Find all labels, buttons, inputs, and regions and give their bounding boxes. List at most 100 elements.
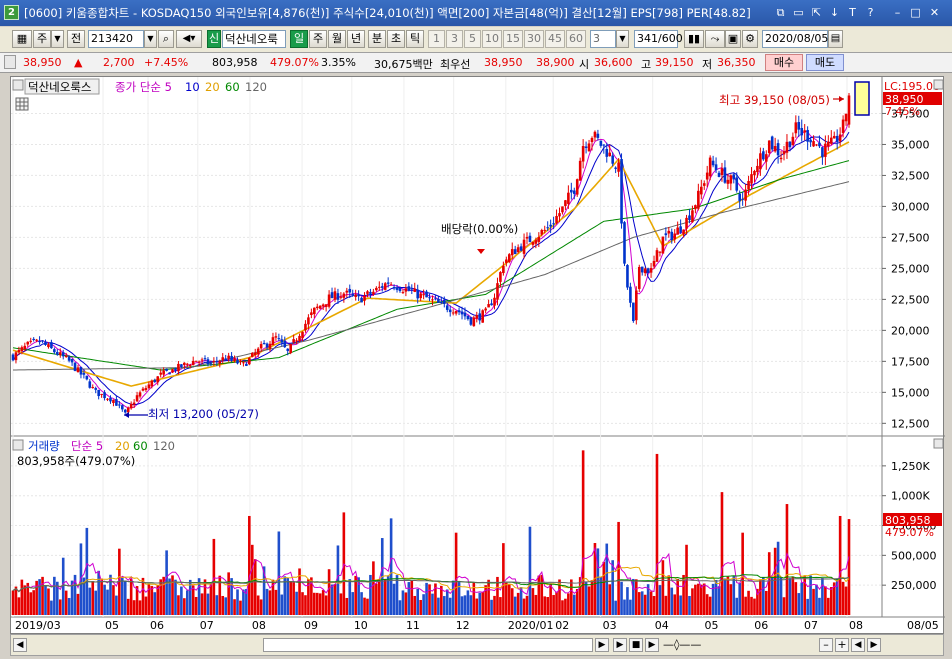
chart-svg[interactable]: 37,50035,00032,50030,00027,50025,00022,5… bbox=[11, 77, 945, 635]
minute-option-15[interactable]: 15 bbox=[503, 30, 523, 48]
step-icon[interactable]: ▶ bbox=[645, 638, 659, 652]
minimize-button[interactable]: – bbox=[890, 5, 905, 20]
volume-bar bbox=[64, 590, 68, 615]
candle-body bbox=[242, 362, 245, 364]
help-icon[interactable]: ? bbox=[863, 5, 878, 20]
sound-icon[interactable]: ◀▾ bbox=[176, 30, 202, 48]
quote-toggle-icon[interactable] bbox=[4, 55, 16, 69]
volume-legend-name: 거래량 bbox=[28, 439, 60, 453]
data-count-input[interactable]: 341/600 bbox=[634, 30, 683, 48]
window-download-icon[interactable]: ↓ bbox=[827, 5, 842, 20]
volume-legend-toggle-icon[interactable] bbox=[12, 439, 24, 451]
close-button[interactable]: ✕ bbox=[927, 5, 942, 20]
calendar-icon[interactable]: ▤ bbox=[828, 30, 843, 48]
minute-option-10[interactable]: 10 bbox=[482, 30, 502, 48]
volume-bar bbox=[537, 575, 541, 615]
candle-body bbox=[835, 135, 839, 142]
tab-second[interactable]: 초 bbox=[387, 30, 405, 48]
scroll-toolbar: ◀ ▶ ▶ ■ ▶ —◊—— – + ◀ ▶ bbox=[10, 634, 944, 656]
minute-option-45[interactable]: 45 bbox=[545, 30, 565, 48]
volume-bar bbox=[203, 579, 207, 615]
volume-bar bbox=[469, 595, 473, 615]
scroll-right-icon[interactable]: ▶ bbox=[595, 638, 609, 652]
date-input[interactable]: 2020/08/05 bbox=[762, 30, 828, 48]
buy-button[interactable]: 매수 bbox=[765, 54, 803, 71]
period-type-dropdown-icon[interactable]: ▼ bbox=[51, 30, 64, 48]
volume-bar bbox=[531, 588, 535, 615]
volume-bar bbox=[682, 574, 685, 615]
tab-day[interactable]: 일 bbox=[290, 30, 308, 48]
candle-body bbox=[575, 179, 579, 195]
minute-option-30[interactable]: 30 bbox=[524, 30, 544, 48]
window-link-icon[interactable]: ⧉ bbox=[773, 5, 788, 20]
x-axis-label: 08 bbox=[252, 619, 266, 632]
period-type-select[interactable]: 주 bbox=[33, 30, 51, 48]
candle-body bbox=[407, 286, 411, 291]
candle-body bbox=[445, 305, 449, 310]
price-panel-close-icon[interactable] bbox=[933, 79, 944, 90]
volume-bar bbox=[525, 595, 529, 615]
volume-bar bbox=[635, 579, 638, 615]
indicator-icon[interactable]: ⤳ bbox=[705, 30, 725, 48]
new-stock-badge[interactable]: 신 bbox=[207, 30, 221, 48]
stock-code-dropdown-icon[interactable]: ▼ bbox=[144, 30, 157, 48]
custom-period-dropdown-icon[interactable]: ▼ bbox=[616, 30, 629, 48]
scroll-thumb[interactable] bbox=[263, 638, 593, 652]
maximize-button[interactable]: □ bbox=[908, 5, 923, 20]
volume-bar bbox=[481, 592, 484, 615]
tab-week[interactable]: 주 bbox=[309, 30, 327, 48]
volume-bar bbox=[425, 582, 428, 615]
minute-option-5[interactable]: 5 bbox=[464, 30, 481, 48]
volume-legend-ma20: 20 bbox=[115, 439, 130, 453]
tab-minute[interactable]: 분 bbox=[368, 30, 386, 48]
candle-body bbox=[298, 335, 301, 342]
volume-bar bbox=[549, 583, 552, 615]
window-detach-icon[interactable]: ⇱ bbox=[809, 5, 824, 20]
window-font-icon[interactable]: T bbox=[845, 5, 860, 20]
candle-body bbox=[200, 359, 204, 361]
scroll-left-icon[interactable]: ◀ bbox=[13, 638, 27, 652]
chart-area[interactable]: 37,500 35,000 32,500 30,000 27,500 25,000 22,5… bbox=[10, 76, 945, 635]
grid-table-icon[interactable] bbox=[15, 97, 29, 111]
zoom-slider-icon[interactable]: —◊—— bbox=[663, 637, 723, 653]
volume-panel-close-icon[interactable] bbox=[933, 438, 944, 449]
tab-month[interactable]: 월 bbox=[328, 30, 346, 48]
save-icon[interactable]: ▣ bbox=[725, 30, 741, 48]
zoom-in-icon[interactable]: + bbox=[835, 638, 849, 652]
candle-body bbox=[584, 146, 588, 148]
volume-tick-label: 1,000K bbox=[891, 490, 930, 503]
stock-code-input[interactable]: 213420 bbox=[88, 30, 144, 48]
tab-tick[interactable]: 틱 bbox=[406, 30, 424, 48]
legend-toggle-icon[interactable] bbox=[12, 79, 24, 91]
layout-icon[interactable]: ▦ bbox=[12, 30, 32, 48]
minute-option-1[interactable]: 1 bbox=[428, 30, 445, 48]
minute-option-3[interactable]: 3 bbox=[446, 30, 463, 48]
volume-bar bbox=[221, 595, 225, 615]
candle-body bbox=[321, 304, 325, 307]
volume-bar bbox=[841, 581, 845, 615]
stop-icon[interactable]: ■ bbox=[629, 638, 643, 652]
candle-body bbox=[847, 95, 851, 125]
play-icon[interactable]: ▶ bbox=[613, 638, 627, 652]
volume-bar bbox=[378, 579, 381, 615]
settings-gear-icon[interactable]: ⚙ bbox=[742, 30, 758, 48]
search-icon[interactable]: ⌕ bbox=[158, 30, 174, 48]
candle-body bbox=[643, 268, 647, 274]
volume-bar bbox=[767, 552, 771, 615]
volume-bar bbox=[688, 595, 691, 615]
chart-type-icon[interactable]: ▮▮ bbox=[684, 30, 704, 48]
candle-body bbox=[454, 311, 458, 314]
volume-bar bbox=[673, 594, 677, 615]
scroll-end-left-icon[interactable]: ◀ bbox=[851, 638, 865, 652]
stock-name-field[interactable]: 덕산네오룩 bbox=[222, 30, 286, 48]
custom-period-input[interactable]: 3 bbox=[590, 30, 616, 48]
sell-button[interactable]: 매도 bbox=[806, 54, 844, 71]
tab-year[interactable]: 년 bbox=[347, 30, 365, 48]
volume-bar bbox=[115, 595, 118, 615]
price-tick-label: 17,500 bbox=[891, 355, 930, 368]
minute-option-60[interactable]: 60 bbox=[566, 30, 586, 48]
window-layout-icon[interactable]: ▭ bbox=[791, 5, 806, 20]
scroll-end-right-icon[interactable]: ▶ bbox=[867, 638, 881, 652]
prev-button[interactable]: 전 bbox=[67, 30, 85, 48]
zoom-out-icon[interactable]: – bbox=[819, 638, 833, 652]
